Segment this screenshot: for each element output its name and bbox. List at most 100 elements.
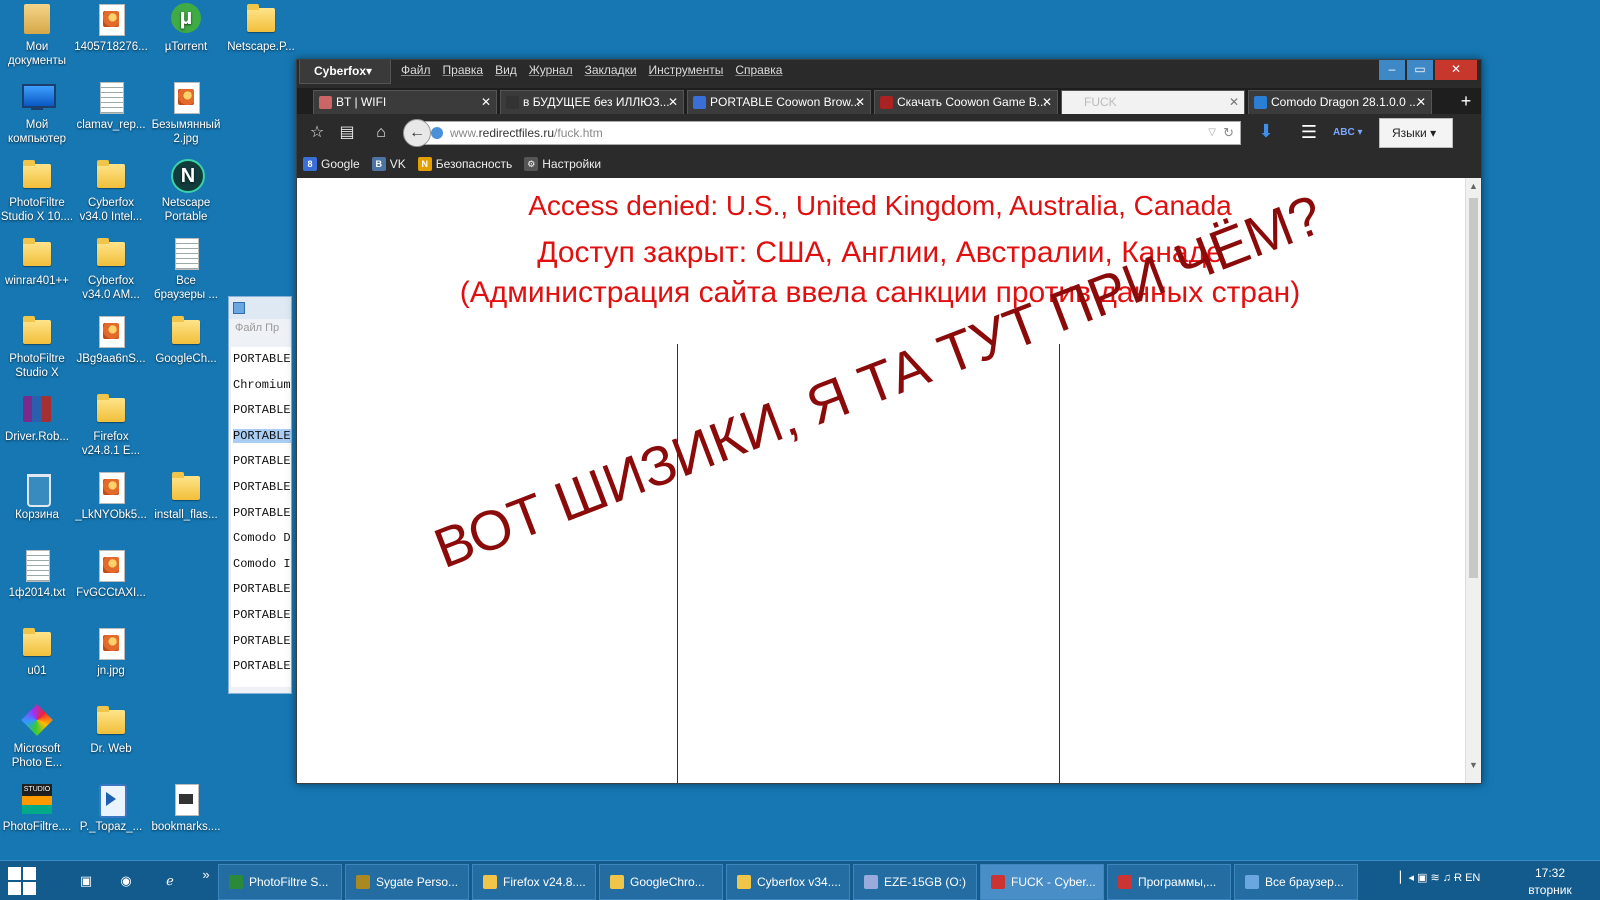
tab-close-icon[interactable]: ✕ <box>668 91 678 113</box>
reload-icon[interactable]: ↻ <box>1223 122 1234 144</box>
bookmarks-list-icon[interactable]: ▤ <box>335 121 359 145</box>
menu-item[interactable]: Справка <box>735 60 782 84</box>
desktop-icon[interactable]: Microsoft Photo E... <box>0 702 74 770</box>
bookmark-item[interactable]: N Безопасность <box>417 152 512 176</box>
tab-close-icon[interactable]: ✕ <box>855 91 865 113</box>
download-icon[interactable]: ⬇ <box>1255 121 1277 145</box>
home-icon[interactable]: ⌂ <box>369 121 393 145</box>
overflow-chevron-icon[interactable]: » <box>196 865 216 885</box>
browser-tab[interactable]: в БУДУЩЕЕ без ИЛЛЮЗ... ✕ <box>500 90 684 114</box>
desktop-icon[interactable]: Driver.Rob... <box>0 390 74 444</box>
vertical-scrollbar[interactable]: ▲ ▼ <box>1465 178 1481 783</box>
input-language[interactable]: EN <box>1465 872 1480 884</box>
desktop-icon[interactable]: Cyberfox v34.0 AM... <box>74 234 148 302</box>
languages-button[interactable]: Языки ▾ <box>1379 118 1453 148</box>
desktop-icon[interactable]: Firefox v24.8.1 E... <box>74 390 148 458</box>
start-button[interactable] <box>8 867 38 897</box>
list-item[interactable]: PORTABLE <box>231 629 291 655</box>
explorer-icon[interactable]: ◉ <box>116 871 136 891</box>
system-tray[interactable]: ▏◂ ▣ ≋ ♫ Ɍ EN <box>1400 871 1480 884</box>
minimize-icon[interactable]: – <box>1379 60 1405 80</box>
internet-explorer-icon[interactable]: ℯ <box>160 871 180 891</box>
url-dropdown-icon[interactable]: ▽ <box>1208 122 1216 144</box>
browser-tab[interactable]: Скачать Coowon Game B... ✕ <box>874 90 1058 114</box>
scrollbar-thumb[interactable] <box>1469 198 1478 578</box>
desktop-icon[interactable]: winrar401++ <box>0 234 74 288</box>
site-identity-icon[interactable] <box>431 127 443 139</box>
desktop-icon[interactable]: Корзина <box>0 468 74 522</box>
list-item[interactable]: PORTABLE <box>231 449 291 475</box>
desktop-icon[interactable]: PhotoFiltre Studio X <box>0 312 74 380</box>
list-item[interactable]: PORTABLE <box>231 654 291 680</box>
menu-item[interactable]: Правка <box>443 60 484 84</box>
taskbar-button[interactable]: Программы,... <box>1107 864 1231 900</box>
menu-item[interactable]: Вид <box>495 60 517 84</box>
scroll-up-icon[interactable]: ▲ <box>1466 178 1481 194</box>
list-item[interactable]: Comodo I <box>231 552 291 578</box>
background-window[interactable]: Файл Пр PORTABLE Chromium PORTABLE PORTABLE… <box>228 296 292 694</box>
bookmark-item[interactable]: B VK <box>371 152 406 176</box>
list-item[interactable]: PORTABLE <box>231 577 291 603</box>
background-window-menu[interactable]: Файл Пр <box>229 319 291 337</box>
desktop-icon[interactable]: 1405718276... <box>74 0 148 54</box>
desktop-icon[interactable]: _LkNYObk5... <box>74 468 148 522</box>
taskbar-button[interactable]: FUCK - Cyber... <box>980 864 1104 900</box>
menu-item[interactable]: Инструменты <box>649 60 724 84</box>
list-item[interactable]: Chromium <box>231 373 291 399</box>
tab-close-icon[interactable]: ✕ <box>1229 91 1239 113</box>
menu-item[interactable]: Файл <box>401 60 431 84</box>
desktop-icon[interactable]: u01 <box>0 624 74 678</box>
desktop-icon[interactable]: PhotoFiltre Studio X 10.... <box>0 156 74 224</box>
list-item[interactable]: Comodo D <box>231 526 291 552</box>
desktop-toggle-icon[interactable]: ▣ <box>76 871 96 891</box>
browser-tab[interactable]: BT | WIFI ✕ <box>313 90 497 114</box>
list-item[interactable]: PORTABLE <box>231 475 291 501</box>
taskbar-button[interactable]: PhotoFiltre S... <box>218 864 342 900</box>
desktop-icon[interactable]: bookmarks.... <box>149 780 223 834</box>
desktop-icon[interactable]: Все браузеры ... <box>149 234 223 302</box>
desktop-icon[interactable]: FvGCCtAXI... <box>74 546 148 600</box>
app-menu-button[interactable]: Cyberfox▾ <box>299 60 391 84</box>
titlebar[interactable]: Cyberfox▾ Файл Правка Вид Журнал Закладки Инс… <box>297 60 1481 84</box>
desktop-icon[interactable]: P._Topaz_... <box>74 780 148 834</box>
spellcheck-icon[interactable]: ABC ▾ <box>1333 123 1367 143</box>
tab-close-icon[interactable]: ✕ <box>481 91 491 113</box>
desktop-icon[interactable]: 1ф2014.txt <box>0 546 74 600</box>
taskbar-button[interactable]: EZE-15GB (O:) <box>853 864 977 900</box>
tab-close-icon[interactable]: ✕ <box>1042 91 1052 113</box>
desktop-icon[interactable]: JBg9aa6nS... <box>74 312 148 366</box>
browser-tab[interactable]: PORTABLE Coowon Brow... ✕ <box>687 90 871 114</box>
taskbar-button[interactable]: Sygate Perso... <box>345 864 469 900</box>
desktop-icon[interactable]: clamav_rep... <box>74 78 148 132</box>
taskbar-button[interactable]: Cyberfox v34.... <box>726 864 850 900</box>
list-item[interactable]: PORTABLE <box>231 424 291 450</box>
star-bookmark-icon[interactable]: ☆ <box>305 121 329 145</box>
desktop-icon[interactable]: µTorrent <box>149 0 223 54</box>
desktop-icon[interactable]: Netscape Portable <box>149 156 223 224</box>
url-bar[interactable]: www.redirectfiles.ru/fuck.htm ▽ ↻ <box>425 121 1241 145</box>
new-tab-icon[interactable]: + <box>1455 91 1477 113</box>
desktop-icon[interactable]: jn.jpg <box>74 624 148 678</box>
desktop-icon[interactable]: Мой компьютер <box>0 78 74 146</box>
browser-tab[interactable]: FUCK ✕ <box>1061 90 1245 114</box>
bookmark-item[interactable]: 8 Google <box>303 152 360 176</box>
desktop-icon[interactable]: Dr. Web <box>74 702 148 756</box>
bookmark-item[interactable]: ⚙ Настройки <box>524 152 601 176</box>
desktop-icon[interactable]: install_flas... <box>149 468 223 522</box>
desktop-icon[interactable]: Cyberfox v34.0 Intel... <box>74 156 148 224</box>
desktop-icon[interactable]: PhotoFiltre.... <box>0 780 74 834</box>
background-window-titlebar[interactable] <box>229 297 291 319</box>
taskbar-button[interactable]: GoogleChro... <box>599 864 723 900</box>
scroll-down-icon[interactable]: ▼ <box>1466 757 1481 773</box>
hamburger-menu-icon[interactable]: ☰ <box>1297 121 1321 145</box>
desktop-icon[interactable]: GoogleCh... <box>149 312 223 366</box>
tab-close-icon[interactable]: ✕ <box>1416 91 1426 113</box>
list-item[interactable]: PORTABLE <box>231 501 291 527</box>
maximize-icon[interactable]: ▭ <box>1407 60 1433 80</box>
back-button[interactable]: ← <box>403 119 431 147</box>
desktop-icon[interactable]: Netscape.P... <box>224 0 298 54</box>
menu-item[interactable]: Закладки <box>585 60 637 84</box>
desktop-icon[interactable]: Мои документы <box>0 0 74 68</box>
list-item[interactable]: PORTABLE <box>231 603 291 629</box>
clock[interactable]: 17:32 вторник <box>1512 865 1588 899</box>
